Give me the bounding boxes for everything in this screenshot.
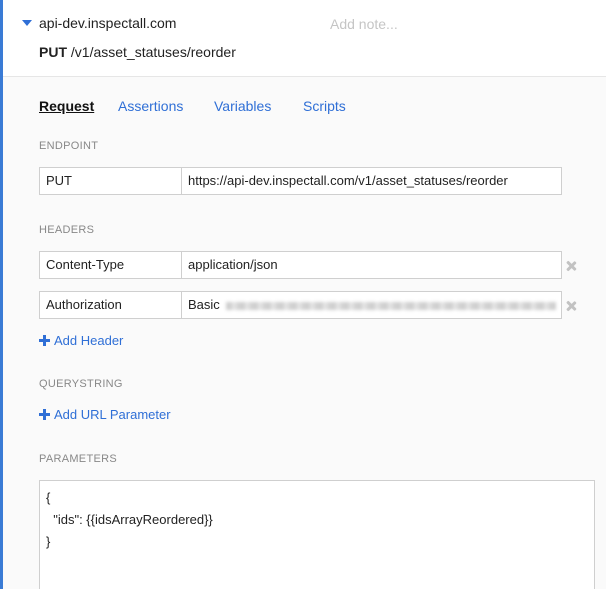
close-icon[interactable] [566, 261, 576, 271]
parameters-body-editor[interactable]: { "ids": {{idsArrayReordered}} } [39, 480, 595, 589]
tab-assertions[interactable]: Assertions [118, 98, 183, 114]
code-line: { [46, 490, 51, 505]
code-line: "ids": {{idsArrayReordered}} [46, 512, 213, 527]
headers-section-label: HEADERS [39, 224, 95, 236]
redacted-credentials [225, 301, 556, 310]
tab-variables[interactable]: Variables [214, 98, 271, 114]
header-name-field[interactable]: Authorization [39, 291, 182, 319]
header-value-text: Basic [188, 297, 220, 312]
endpoint-section-label: ENDPOINT [39, 140, 99, 152]
header-value-field[interactable]: application/json [181, 251, 562, 279]
close-icon[interactable] [566, 301, 576, 311]
caret-down-icon[interactable] [22, 20, 32, 26]
add-url-parameter-button[interactable]: Add URL Parameter [39, 407, 171, 422]
add-header-button[interactable]: Add Header [39, 333, 123, 348]
parameters-section-label: PARAMETERS [39, 453, 117, 465]
tab-request[interactable]: Request [39, 98, 94, 114]
request-path: /v1/asset_statuses/reorder [70, 44, 236, 60]
add-note-field[interactable]: Add note... [330, 16, 398, 32]
request-editor: api-dev.inspectall.com Add note... PUT /… [0, 0, 606, 589]
endpoint-method-field[interactable]: PUT [39, 167, 182, 195]
plus-icon [39, 335, 50, 346]
request-body-panel: Request Assertions Variables Scripts END… [3, 77, 606, 589]
header-value-field[interactable]: Basic [181, 291, 562, 319]
endpoint-url-field[interactable]: https://api-dev.inspectall.com/v1/asset_… [181, 167, 562, 195]
plus-icon [39, 409, 50, 420]
tab-scripts[interactable]: Scripts [303, 98, 346, 114]
add-url-parameter-label: Add URL Parameter [54, 407, 171, 422]
code-line: } [46, 534, 51, 549]
request-host: api-dev.inspectall.com [39, 15, 177, 31]
request-header: api-dev.inspectall.com Add note... PUT /… [3, 0, 606, 77]
header-name-field[interactable]: Content-Type [39, 251, 182, 279]
request-summary: PUT /v1/asset_statuses/reorder [39, 44, 236, 60]
request-method: PUT [39, 44, 67, 60]
querystring-section-label: QUERYSTRING [39, 378, 123, 390]
add-header-label: Add Header [54, 333, 124, 348]
